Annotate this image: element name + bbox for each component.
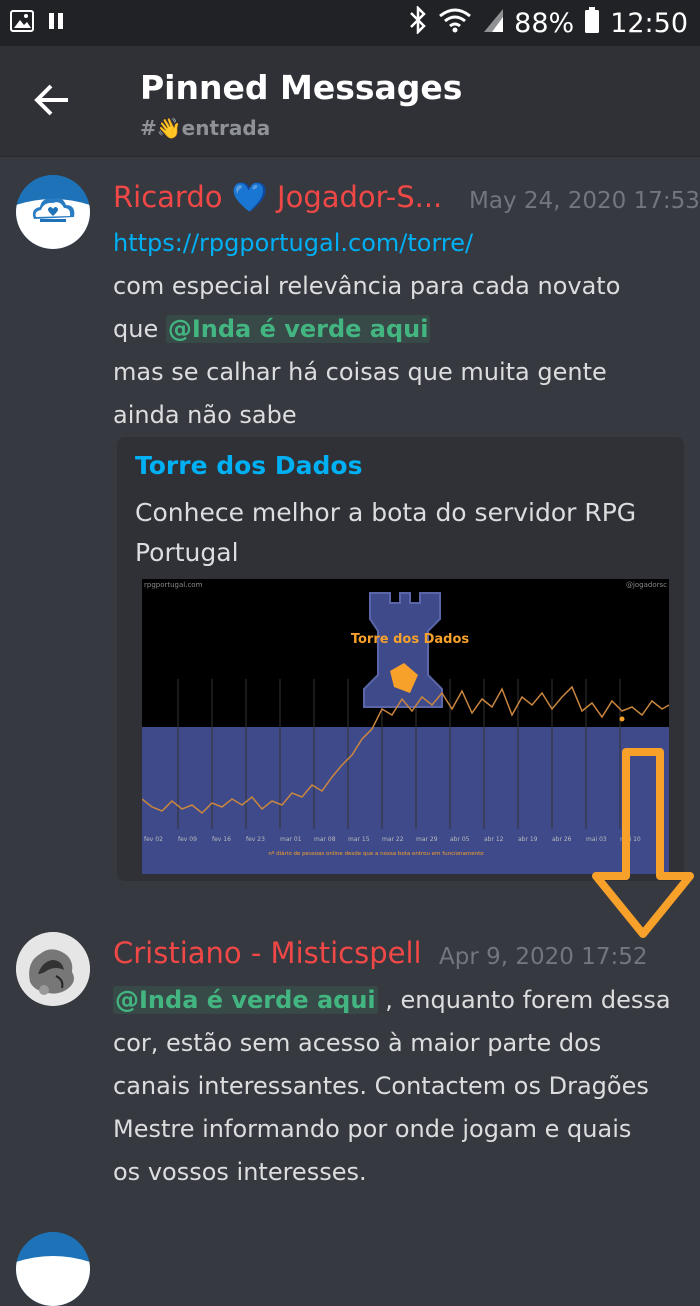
message-timestamp: May 24, 2020 17:53 (469, 188, 700, 214)
message-line: os vossos interesses. (113, 1158, 367, 1186)
battery-icon (584, 6, 600, 41)
message-line: mas se calhar há coisas que muita gente (113, 358, 607, 386)
wifi-icon (438, 7, 472, 40)
embed-image-axis-label: abr 19 (518, 836, 538, 843)
embed-image-right-text: @jogadorsc (626, 581, 667, 589)
avatar[interactable] (16, 932, 90, 1006)
bluetooth-icon (408, 4, 428, 41)
message-line: com especial relevância para cada novato (113, 272, 621, 300)
embed-image-axis-label: mar 22 (382, 836, 404, 843)
author-name[interactable]: Cristiano - Misticspell (113, 936, 422, 970)
embed-image-axis-label: mar 08 (314, 836, 336, 843)
embed-description: Conhece melhor a bota do servidor RPG Po… (135, 498, 637, 567)
page-title: Pinned Messages (140, 68, 463, 107)
embed-image-axis-label: fev 23 (246, 836, 265, 843)
message-link[interactable]: https://rpgportugal.com/torre/ (113, 229, 473, 257)
channel-name: #👋entrada (140, 116, 271, 140)
embed-image-title: Torre dos Dados (351, 632, 470, 647)
avatar[interactable] (16, 1232, 90, 1306)
embed-image-axis-label: fev 02 (144, 836, 163, 843)
pause-notification-icon (48, 12, 64, 34)
embed-image-axis-label: fev 16 (212, 836, 231, 843)
author-name[interactable]: Ricardo 💙 Jogador-S... (113, 180, 442, 215)
message-line-prefix: que (113, 315, 166, 343)
battery-percent: 88% (514, 8, 575, 39)
embed-image-axis-label: abr 26 (552, 836, 572, 843)
role-mention[interactable]: @Inda é verde aqui (165, 315, 431, 343)
role-mention[interactable]: @Inda é verde aqui (113, 986, 378, 1014)
embed-image-axis-label: fev 09 (178, 836, 197, 843)
embed-image-axis-label: abr 12 (484, 836, 504, 843)
embed-title[interactable]: Torre dos Dados (135, 451, 362, 480)
image-notification-icon (10, 10, 34, 36)
message-line: , enquanto forem dessa (377, 986, 671, 1014)
down-arrow-annotation (590, 748, 698, 944)
clock: 12:50 (610, 8, 688, 39)
embed-image-axis-label: abr 05 (450, 836, 470, 843)
message-line: canais interessantes. Contactem os Dragõ… (113, 1072, 649, 1100)
status-bar: 88% 12:50 (0, 0, 700, 46)
message-line: cor, estão sem acesso à maior parte dos (113, 1029, 602, 1057)
header: Pinned Messages #👋entrada (0, 46, 700, 157)
message-timestamp: Apr 9, 2020 17:52 (439, 944, 648, 970)
embed-image-caption: nº diário de pessoas online desde que a … (268, 850, 484, 857)
message-line: Mestre informando por onde jogam e quais (113, 1115, 632, 1143)
embed-image-left-text: rpgportugal.com (144, 581, 203, 589)
embed-image-axis-label: mar 01 (280, 836, 302, 843)
back-arrow-icon[interactable] (32, 80, 80, 120)
embed-image-axis-label: mar 29 (416, 836, 438, 843)
embed-image-axis-labels: fev 02 fev 09 fev 16 fev 23 mar 01 mar 08 mar … (144, 836, 641, 843)
message-content: https://rpgportugal.com/torre/ com espec… (113, 222, 673, 437)
signal-icon (482, 7, 504, 40)
embed-image-axis-label: mar 15 (348, 836, 370, 843)
message-content: @Inda é verde aqui , enquanto forem dess… (113, 979, 693, 1194)
avatar[interactable] (16, 175, 90, 249)
message-line: ainda não sabe (113, 401, 297, 429)
